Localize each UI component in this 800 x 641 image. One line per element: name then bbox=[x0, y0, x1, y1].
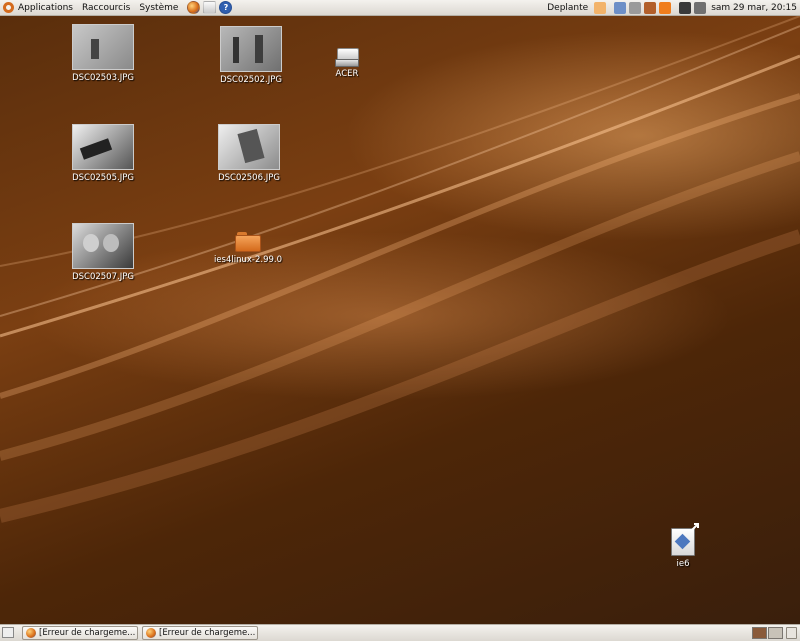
workspace-2[interactable] bbox=[768, 627, 783, 639]
help-launcher-icon[interactable]: ? bbox=[219, 1, 233, 14]
display-icon[interactable] bbox=[679, 1, 692, 14]
trash-icon[interactable] bbox=[786, 627, 797, 639]
ubuntu-logo-icon[interactable] bbox=[3, 2, 14, 13]
menu-systeme[interactable]: Système bbox=[139, 3, 178, 13]
taskbar-button-2[interactable]: [Erreur de chargeme... bbox=[142, 626, 258, 640]
image-thumbnail-icon bbox=[72, 24, 134, 70]
image-thumbnail-icon bbox=[72, 124, 134, 170]
desktop-icon-acer[interactable]: ACER bbox=[307, 46, 387, 79]
symlink-arrow-icon bbox=[690, 523, 699, 532]
desktop-icon-label: ies4linux-2.99.0 bbox=[213, 255, 283, 265]
drive-icon bbox=[335, 48, 359, 67]
workspace-1[interactable] bbox=[752, 627, 767, 639]
desktop-icon-label: DSC02502.JPG bbox=[220, 75, 282, 85]
taskbar-button-1[interactable]: [Erreur de chargeme... bbox=[22, 626, 138, 640]
user-name[interactable]: Deplante bbox=[547, 3, 588, 13]
show-desktop-icon[interactable] bbox=[2, 627, 14, 638]
desktop-icon-ies4linux[interactable]: ies4linux-2.99.0 bbox=[208, 232, 288, 265]
desktop-icon-dsc02502[interactable]: DSC02502.JPG bbox=[211, 26, 291, 85]
desktop-icon-ie6[interactable]: ie6 bbox=[643, 523, 723, 569]
desktop-icon-label: DSC02505.JPG bbox=[72, 173, 134, 183]
bottom-panel: [Erreur de chargeme... [Erreur de charge… bbox=[0, 624, 800, 641]
desktop-icon-label: DSC02506.JPG bbox=[218, 173, 280, 183]
desktop-icon-label: DSC02503.JPG bbox=[72, 73, 134, 83]
task-label: [Erreur de chargeme... bbox=[39, 628, 136, 638]
task-label: [Erreur de chargeme... bbox=[159, 628, 256, 638]
menu-applications[interactable]: Applications bbox=[18, 3, 73, 13]
desktop-icon-dsc02505[interactable]: DSC02505.JPG bbox=[63, 124, 143, 183]
folder-icon bbox=[235, 232, 261, 252]
desktop-icon-label: ie6 bbox=[676, 559, 690, 569]
desktop-icon-label: DSC02507.JPG bbox=[72, 272, 134, 282]
image-thumbnail-icon bbox=[220, 26, 282, 72]
mail-launcher-icon[interactable] bbox=[203, 1, 217, 14]
desktop-icon-dsc02503[interactable]: DSC02503.JPG bbox=[63, 24, 143, 83]
firefox-icon bbox=[146, 628, 156, 638]
volume-icon[interactable] bbox=[694, 1, 707, 14]
update-notifier-icon[interactable] bbox=[659, 1, 672, 14]
top-panel: Applications Raccourcis Système ? Deplan… bbox=[0, 0, 800, 16]
desktop[interactable]: DSC02503.JPG DSC02502.JPG ACER DSC02505.… bbox=[0, 16, 800, 624]
tools-icon[interactable] bbox=[644, 1, 657, 14]
firefox-launcher-icon[interactable] bbox=[187, 1, 201, 14]
ie6-launcher-icon bbox=[671, 523, 699, 556]
clock[interactable]: sam 29 mar, 20:15 bbox=[711, 3, 797, 13]
network-icon[interactable] bbox=[614, 1, 627, 14]
menu-raccourcis[interactable]: Raccourcis bbox=[82, 3, 130, 13]
image-thumbnail-icon bbox=[218, 124, 280, 170]
desktop-icon-label: ACER bbox=[335, 69, 359, 79]
firefox-icon bbox=[26, 628, 36, 638]
desktop-icon-dsc02506[interactable]: DSC02506.JPG bbox=[209, 124, 289, 183]
user-status-icon[interactable] bbox=[594, 1, 607, 14]
image-thumbnail-icon bbox=[72, 223, 134, 269]
desktop-icon-dsc02507[interactable]: DSC02507.JPG bbox=[63, 223, 143, 282]
people-icon[interactable] bbox=[629, 1, 642, 14]
